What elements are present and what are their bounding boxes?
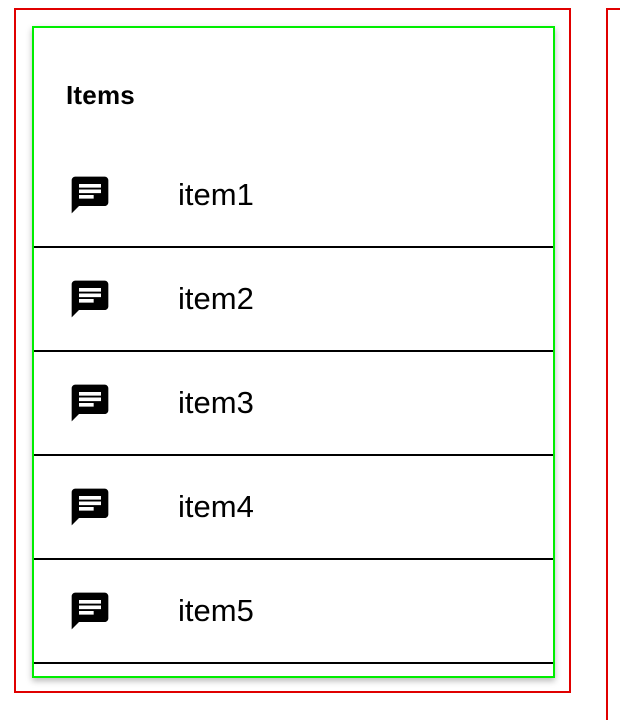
list-item[interactable]: item2: [34, 248, 553, 352]
list-item-label: item2: [178, 281, 254, 316]
message-icon: [71, 384, 109, 422]
message-icon: [71, 488, 109, 526]
list-item-label: item4: [178, 489, 254, 524]
list-item-label: item1: [178, 177, 254, 212]
list-item[interactable]: item5: [34, 560, 553, 664]
list-item-label: item3: [178, 385, 254, 420]
items-list: Items item1 item2 item3 item4 item5: [32, 26, 555, 678]
message-icon: [71, 592, 109, 630]
list-item[interactable]: item1: [34, 144, 553, 248]
list-item[interactable]: item4: [34, 456, 553, 560]
message-icon: [71, 280, 109, 318]
page: Items item1 item2 item3 item4 item5: [0, 0, 620, 720]
list-item[interactable]: item3: [34, 352, 553, 456]
list-item-label: item5: [178, 593, 254, 628]
message-icon: [71, 176, 109, 214]
list-header: Items: [66, 80, 135, 110]
adjacent-container-frame: [606, 8, 620, 720]
